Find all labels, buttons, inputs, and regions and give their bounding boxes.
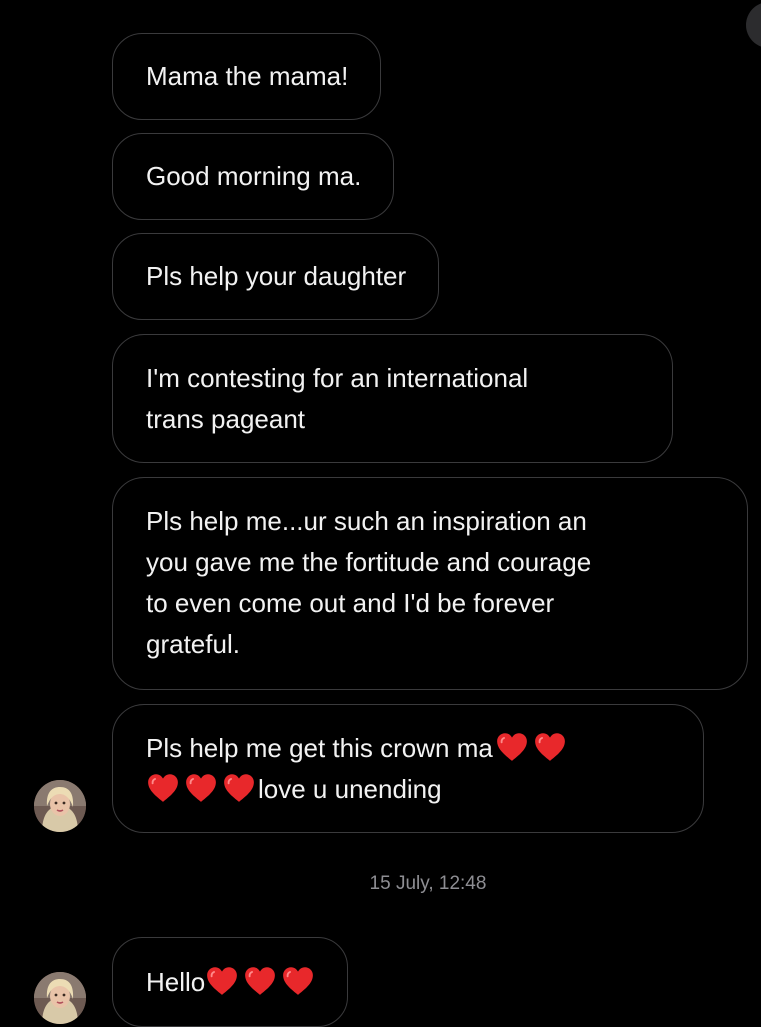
message-text: love u unending	[258, 774, 442, 804]
message-text-line: Pls help me get this crown ma	[146, 728, 671, 769]
sender-avatar[interactable]	[34, 972, 86, 1024]
message-text-line: you gave me the fortitude and courage	[146, 547, 592, 577]
message-text: Pls help me get this crown ma	[146, 733, 493, 763]
red-heart-icon	[184, 771, 218, 805]
message-bubble[interactable]: Pls help your daughter	[112, 233, 440, 320]
message-bubble[interactable]: Good morning ma.	[112, 133, 395, 220]
message-bubble[interactable]: I'm contesting for an international tran…	[112, 334, 673, 463]
red-heart-icon	[222, 771, 256, 805]
message-text: Pls help your daughter	[146, 261, 407, 291]
message-text: Hello	[146, 967, 206, 997]
message-text: Good morning ma.	[146, 161, 362, 191]
message-bubble[interactable]: Mama the mama!	[112, 33, 382, 120]
message-bubble[interactable]: Pls help me...ur such an inspiration an …	[112, 477, 748, 690]
red-heart-icon	[281, 964, 315, 998]
avatar-icon	[34, 972, 86, 1024]
red-heart-icon	[146, 771, 180, 805]
avatar-icon	[34, 780, 86, 832]
message-text-line: grateful.	[146, 629, 240, 659]
message-timestamp: 15 July, 12:48	[369, 873, 487, 894]
message-text-line: love u unending	[146, 769, 671, 810]
message-text-line: I'm contesting for an international	[146, 363, 529, 393]
sender-avatar[interactable]	[34, 780, 86, 832]
red-heart-icon	[495, 730, 529, 764]
red-heart-icon	[243, 964, 277, 998]
info-button[interactable]	[746, 2, 761, 48]
message-bubble[interactable]: Pls help me get this crown ma love u une…	[112, 704, 704, 833]
red-heart-icon	[205, 964, 239, 998]
message-text-line: trans pageant	[146, 404, 306, 434]
message-text-line: to even come out and I'd be forever	[146, 588, 555, 618]
red-heart-icon	[533, 730, 567, 764]
message-bubble[interactable]: Hello	[112, 937, 349, 1027]
message-text-line: Pls help me...ur such an inspiration an	[146, 506, 587, 536]
message-text: Mama the mama!	[146, 61, 349, 91]
